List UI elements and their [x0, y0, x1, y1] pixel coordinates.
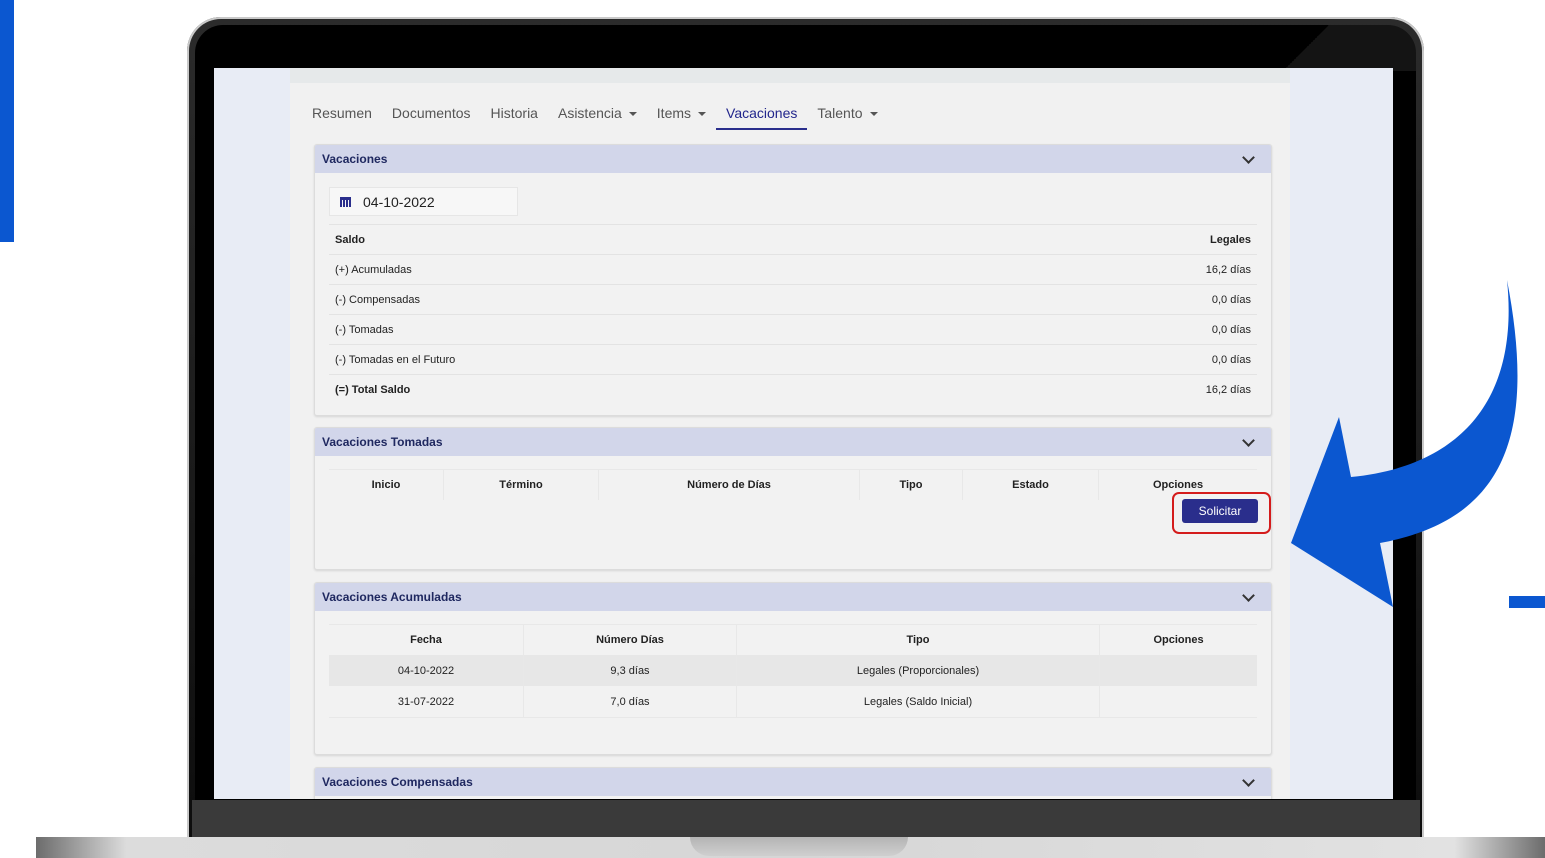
table-cell: 7,0 días [523, 686, 737, 718]
column-header[interactable]: Fecha [329, 624, 524, 655]
table-row: 31-07-2022 7,0 días Legales (Saldo Inici… [329, 686, 1257, 718]
saldo-value: 16,2 días [1205, 383, 1251, 396]
panel-vacaciones-compensadas: Vacaciones Compensadas [314, 767, 1272, 799]
tab-label: Vacaciones [726, 105, 798, 121]
table-cell: 9,3 días [523, 655, 737, 686]
laptop-notch [690, 837, 908, 856]
saldo-row: (-) Tomadas 0,0 días [329, 314, 1257, 344]
saldo-header-right: Legales [1210, 233, 1251, 246]
column-header[interactable]: Tipo [736, 624, 1100, 655]
column-header[interactable]: Opciones [1099, 624, 1257, 655]
tomadas-table: Inicio Término Número de Días Tipo Estad… [329, 469, 1257, 500]
saldo-label: (-) Compensadas [335, 293, 420, 306]
chevron-down-icon[interactable] [1242, 150, 1255, 164]
saldo-label: (-) Tomadas [335, 323, 394, 336]
tab-label: Talento [817, 105, 863, 121]
column-header[interactable]: Estado [962, 469, 1099, 500]
solicitar-button[interactable]: Solicitar [1182, 499, 1258, 523]
saldo-total-row: (=) Total Saldo 16,2 días [329, 374, 1257, 404]
curved-arrow-icon [1291, 280, 1518, 607]
panel-header-tomadas[interactable]: Vacaciones Tomadas [315, 428, 1271, 456]
table-cell [1099, 655, 1257, 686]
caret-down-icon [698, 112, 707, 117]
saldo-row: (+) Acumuladas 16,2 días [329, 254, 1257, 284]
chevron-down-icon[interactable] [1242, 433, 1255, 447]
chevron-down-icon[interactable] [1242, 588, 1255, 602]
tab-documentos[interactable]: Documentos [392, 105, 471, 130]
panel-title: Vacaciones [322, 152, 388, 166]
tab-label: Asistencia [557, 105, 622, 121]
table-cell: 31-07-2022 [329, 686, 524, 718]
saldo-row: (-) Compensadas 0,0 días [329, 284, 1257, 314]
tab-talento[interactable]: Talento [817, 105, 878, 130]
laptop-bezel-bottom [192, 800, 1420, 838]
saldo-label: (-) Tomadas en el Futuro [335, 353, 456, 366]
panel-title: Vacaciones Tomadas [322, 435, 443, 449]
panel-vacaciones-acumuladas: Vacaciones Acumuladas Fecha Número Días … [314, 582, 1272, 755]
acumuladas-table: Fecha Número Días Tipo Opciones 04-10-20… [329, 624, 1257, 718]
saldo-label: (+) Acumuladas [335, 263, 412, 276]
saldo-label: (=) Total Saldo [335, 383, 411, 396]
table-cell: Legales (Saldo Inicial) [736, 686, 1100, 718]
calendar-icon [340, 196, 351, 207]
app-content: Resumen Documentos Historia Asistencia I… [290, 68, 1290, 799]
app-top-bar [290, 68, 1290, 83]
column-header[interactable]: Inicio [329, 469, 444, 500]
table-row: 04-10-2022 9,3 días Legales (Proporciona… [329, 655, 1257, 686]
panel-vacaciones: Vacaciones 04-10-2022 Saldo Legales (+) … [314, 144, 1272, 416]
panel-header-acumuladas[interactable]: Vacaciones Acumuladas [315, 583, 1271, 611]
table-cell [1099, 686, 1257, 718]
tab-vacaciones[interactable]: Vacaciones [715, 105, 808, 130]
laptop-screen: Resumen Documentos Historia Asistencia I… [214, 68, 1393, 799]
tab-label: Documentos [391, 105, 471, 121]
date-picker[interactable]: 04-10-2022 [329, 187, 518, 216]
column-header[interactable]: Término [443, 469, 599, 500]
saldo-value: 0,0 días [1211, 293, 1251, 306]
tab-resumen[interactable]: Resumen [312, 105, 372, 130]
column-header[interactable]: Tipo [859, 469, 963, 500]
tab-label: Historia [490, 105, 538, 121]
chevron-down-icon[interactable] [1242, 773, 1255, 787]
column-header[interactable]: Número Días [523, 624, 737, 655]
tab-items[interactable]: Items [656, 105, 707, 130]
tab-label: Resumen [312, 105, 372, 121]
decorative-blue-bar [0, 0, 14, 242]
saldo-value: 16,2 días [1205, 263, 1251, 276]
caret-down-icon [628, 112, 637, 117]
saldo-table: Saldo Legales (+) Acumuladas 16,2 días (… [329, 224, 1257, 404]
saldo-header-left: Saldo [335, 233, 365, 246]
table-cell: 04-10-2022 [329, 655, 524, 686]
panel-title: Vacaciones Compensadas [322, 775, 473, 789]
date-value: 04-10-2022 [363, 193, 435, 210]
caret-down-icon [869, 112, 878, 117]
tab-bar: Resumen Documentos Historia Asistencia I… [312, 105, 898, 130]
column-header[interactable]: Número de Días [598, 469, 860, 500]
saldo-value: 0,0 días [1211, 353, 1251, 366]
panel-title: Vacaciones Acumuladas [322, 590, 462, 604]
panel-header-vacaciones[interactable]: Vacaciones [315, 145, 1271, 173]
saldo-value: 0,0 días [1211, 323, 1251, 336]
tab-label: Items [656, 105, 692, 121]
saldo-header: Saldo Legales [329, 224, 1257, 254]
panel-vacaciones-tomadas: Vacaciones Tomadas Inicio Término Número… [314, 427, 1272, 570]
saldo-row: (-) Tomadas en el Futuro 0,0 días [329, 344, 1257, 374]
table-cell: Legales (Proporcionales) [736, 655, 1100, 686]
panel-header-compensadas[interactable]: Vacaciones Compensadas [315, 768, 1271, 796]
arrow-shape [1291, 280, 1518, 607]
tab-asistencia[interactable]: Asistencia [558, 105, 637, 130]
tab-historia[interactable]: Historia [491, 105, 538, 130]
